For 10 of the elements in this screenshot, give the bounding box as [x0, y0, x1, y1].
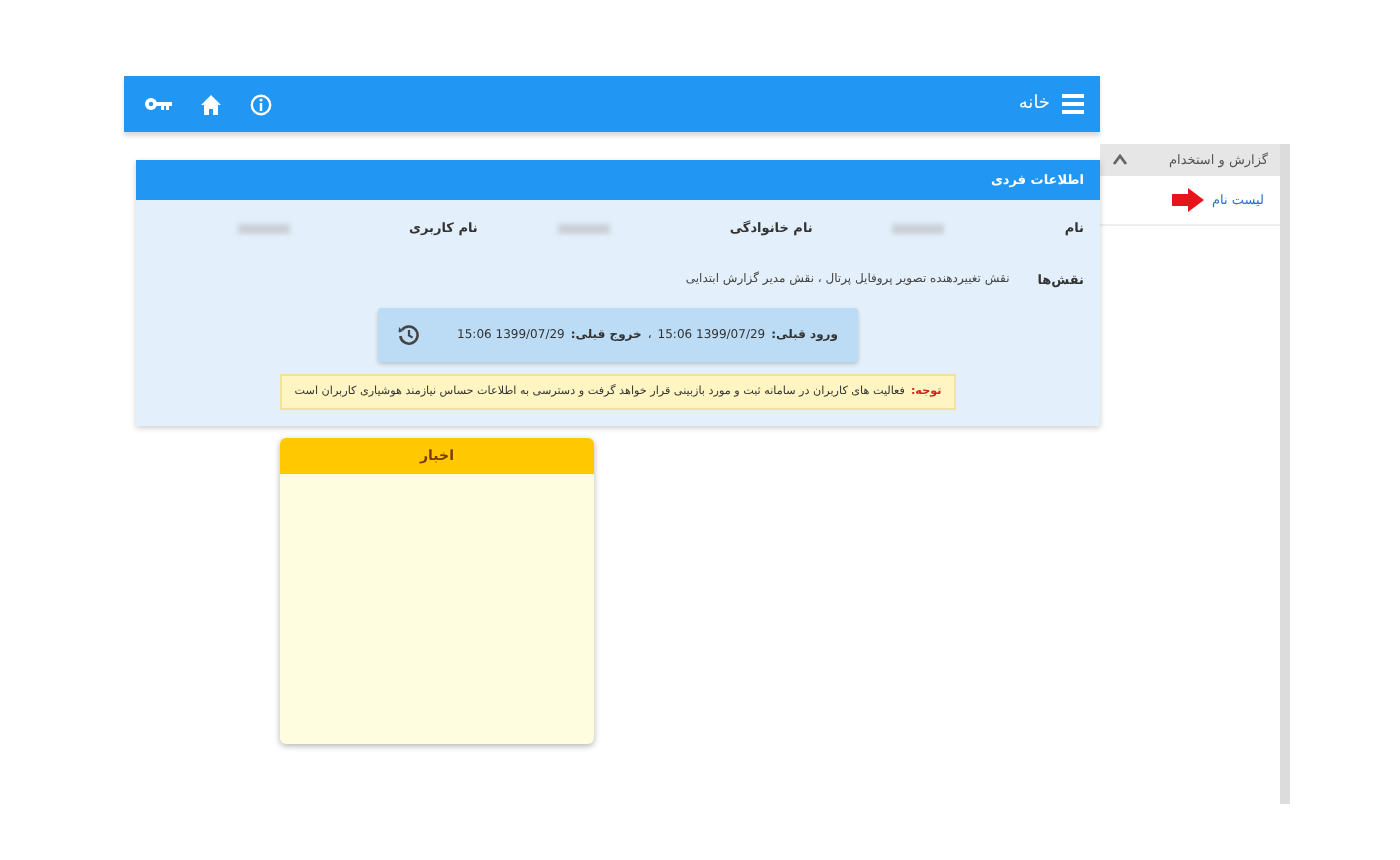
redacted-value	[237, 223, 290, 233]
menu-icon[interactable]	[1062, 94, 1084, 114]
page-title: خانه	[1018, 94, 1050, 114]
history-icon[interactable]	[398, 324, 420, 346]
redacted-value	[557, 223, 610, 233]
key-icon[interactable]	[144, 96, 172, 112]
home-icon[interactable]	[200, 93, 222, 115]
redacted-value	[892, 223, 945, 233]
caret-icon	[1112, 154, 1128, 166]
info-icon[interactable]	[250, 93, 272, 115]
